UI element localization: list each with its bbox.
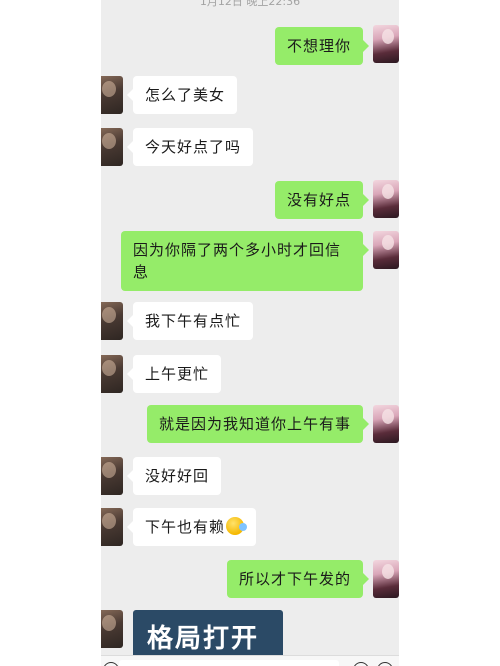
page: 1月12日 晚上22:36 不想理你 怎么了美女 今天好点了吗 没有好点 因为你… bbox=[0, 0, 500, 666]
contact-avatar[interactable] bbox=[101, 508, 123, 546]
contact-avatar[interactable] bbox=[101, 355, 123, 393]
message-row: 所以才下午发的 bbox=[101, 560, 399, 600]
message-row: 下午也有赖 bbox=[101, 508, 399, 548]
message-row: 上午更忙 bbox=[101, 355, 399, 395]
message-row: 今天好点了吗 bbox=[101, 128, 399, 168]
chat-view[interactable]: 1月12日 晚上22:36 不想理你 怎么了美女 今天好点了吗 没有好点 因为你… bbox=[101, 0, 399, 666]
sender-avatar[interactable] bbox=[373, 231, 399, 269]
image-caption-text: 格局打开 bbox=[147, 624, 260, 654]
message-row: 怎么了美女 bbox=[101, 76, 399, 116]
received-message-bubble[interactable]: 我下午有点忙 bbox=[126, 302, 254, 340]
sent-message-bubble[interactable]: 就是因为我知道你上午有事 bbox=[146, 405, 370, 443]
message-text: 下午也有赖 bbox=[145, 518, 226, 536]
message-input[interactable] bbox=[119, 660, 339, 666]
message-input-bar bbox=[101, 655, 399, 666]
sender-avatar[interactable] bbox=[373, 25, 399, 63]
contact-avatar[interactable] bbox=[101, 128, 123, 166]
sent-message-bubble[interactable]: 没有好点 bbox=[274, 181, 370, 219]
contact-avatar[interactable] bbox=[101, 610, 123, 648]
message-row: 没好好回 bbox=[101, 457, 399, 497]
contact-avatar[interactable] bbox=[101, 457, 123, 495]
sent-message-bubble[interactable]: 不想理你 bbox=[274, 27, 370, 65]
sender-avatar[interactable] bbox=[373, 405, 399, 443]
message-row: 我下午有点忙 bbox=[101, 302, 399, 342]
plus-icon[interactable] bbox=[377, 662, 393, 666]
voice-icon[interactable] bbox=[103, 662, 119, 666]
sent-message-bubble[interactable]: 因为你隔了两个多小时才回信息 bbox=[121, 231, 369, 291]
sender-avatar[interactable] bbox=[373, 180, 399, 218]
message-row: 不想理你 bbox=[101, 25, 399, 65]
message-row: 因为你隔了两个多小时才回信息 bbox=[101, 231, 399, 291]
contact-avatar[interactable] bbox=[101, 76, 123, 114]
received-message-bubble[interactable]: 今天好点了吗 bbox=[126, 128, 254, 166]
received-message-bubble[interactable]: 没好好回 bbox=[126, 457, 222, 495]
message-row: 没有好点 bbox=[101, 180, 399, 220]
sent-message-bubble[interactable]: 所以才下午发的 bbox=[226, 560, 370, 598]
face-with-tears-emoji bbox=[226, 517, 248, 535]
message-row: 就是因为我知道你上午有事 bbox=[101, 405, 399, 445]
contact-avatar[interactable] bbox=[101, 302, 123, 340]
received-message-bubble[interactable]: 怎么了美女 bbox=[126, 76, 238, 114]
emoji-icon[interactable] bbox=[353, 662, 369, 666]
message-timestamp: 1月12日 晚上22:36 bbox=[199, 0, 301, 8]
received-message-bubble[interactable]: 下午也有赖 bbox=[126, 508, 257, 546]
sender-avatar[interactable] bbox=[373, 560, 399, 598]
received-message-bubble[interactable]: 上午更忙 bbox=[126, 355, 222, 393]
